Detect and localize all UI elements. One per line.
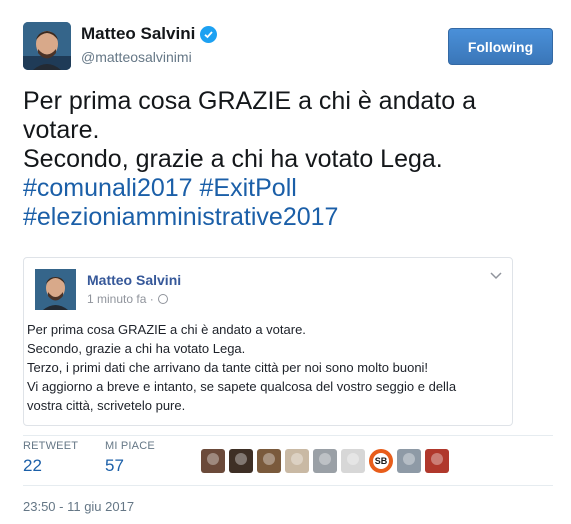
- tweet-header: Matteo Salvini @matteosalvinimi Followin…: [23, 22, 553, 72]
- tweet-stats: RETWEET 22 MI PIACE 57 SB: [23, 440, 553, 480]
- author-name-block: Matteo Salvini @matteosalvinimi: [81, 24, 218, 65]
- liker-avatar[interactable]: [257, 449, 281, 473]
- tweet-line: Secondo, grazie a chi ha votato Lega.: [23, 145, 443, 173]
- embed-line: Vi aggiorno a breve e intanto, se sapete…: [27, 379, 457, 394]
- embed-time[interactable]: 1 minuto fa ·: [87, 292, 154, 306]
- liker-avatar[interactable]: [397, 449, 421, 473]
- like-count: 57: [105, 456, 124, 475]
- embed-line: Secondo, grazie a chi ha votato Lega.: [27, 341, 246, 356]
- liker-silhouette: [263, 453, 275, 465]
- author-avatar[interactable]: [23, 22, 71, 70]
- hashtag-line: #comunali2017 #ExitPoll: [23, 174, 553, 203]
- embed-author-avatar[interactable]: [35, 269, 76, 310]
- embed-author-name[interactable]: Matteo Salvini: [87, 272, 181, 288]
- tweet-line: Per prima cosa GRAZIE a chi è andato a: [23, 87, 476, 115]
- verified-badge-icon: [200, 25, 218, 43]
- liker-silhouette: [431, 453, 443, 465]
- retweet-count: 22: [23, 456, 42, 475]
- liker-avatar[interactable]: [201, 449, 225, 473]
- retweet-stat[interactable]: RETWEET 22: [23, 440, 78, 476]
- liker-silhouette: [291, 453, 303, 465]
- hashtag-link[interactable]: #ExitPoll: [200, 174, 297, 202]
- liker-avatar[interactable]: [341, 449, 365, 473]
- embed-meta: 1 minuto fa ·: [87, 292, 168, 306]
- hashtag-link[interactable]: #comunali2017: [23, 174, 193, 202]
- following-button[interactable]: Following: [448, 28, 553, 65]
- embed-line: vostra città, scrivetelo pure.: [27, 398, 186, 413]
- liker-avatar[interactable]: SB: [369, 449, 393, 473]
- liker-silhouette: [347, 453, 359, 465]
- liker-avatar[interactable]: [425, 449, 449, 473]
- like-stat[interactable]: MI PIACE 57: [105, 440, 155, 476]
- embed-text: Per prima cosa GRAZIE a chi è andato a v…: [27, 320, 507, 415]
- embedded-facebook-post[interactable]: Matteo Salvini 1 minuto fa · Per prima c…: [23, 257, 513, 426]
- liker-avatar[interactable]: [285, 449, 309, 473]
- likers-avatars: SB: [201, 449, 449, 473]
- globe-icon: [157, 294, 168, 304]
- chevron-down-icon[interactable]: [490, 268, 502, 283]
- hashtag-link[interactable]: #elezioniamministrative2017: [23, 203, 338, 231]
- hashtag-line: #elezioniamministrative2017: [23, 203, 553, 232]
- author-handle[interactable]: @matteosalvinimi: [81, 49, 217, 65]
- tweet-timestamp[interactable]: 23:50 - 11 giu 2017: [23, 499, 134, 514]
- liker-avatar[interactable]: [313, 449, 337, 473]
- liker-initials: SB: [373, 453, 389, 469]
- liker-silhouette: [319, 453, 331, 465]
- stats-bottom-divider: [23, 485, 553, 486]
- tweet-text: Per prima cosa GRAZIE a chi è andato a v…: [23, 87, 553, 232]
- embed-line: Per prima cosa GRAZIE a chi è andato a v…: [27, 322, 306, 337]
- author-display-name[interactable]: Matteo Salvini: [81, 24, 195, 44]
- liker-silhouette: [235, 453, 247, 465]
- retweet-label: RETWEET: [23, 440, 79, 452]
- like-label: MI PIACE: [105, 440, 155, 452]
- liker-silhouette: [403, 453, 415, 465]
- liker-avatar[interactable]: [229, 449, 253, 473]
- stats-top-divider: [23, 435, 553, 436]
- tweet-line: votare.: [23, 116, 100, 144]
- liker-silhouette: [207, 453, 219, 465]
- embed-line: Terzo, i primi dati che arrivano da tant…: [27, 360, 429, 375]
